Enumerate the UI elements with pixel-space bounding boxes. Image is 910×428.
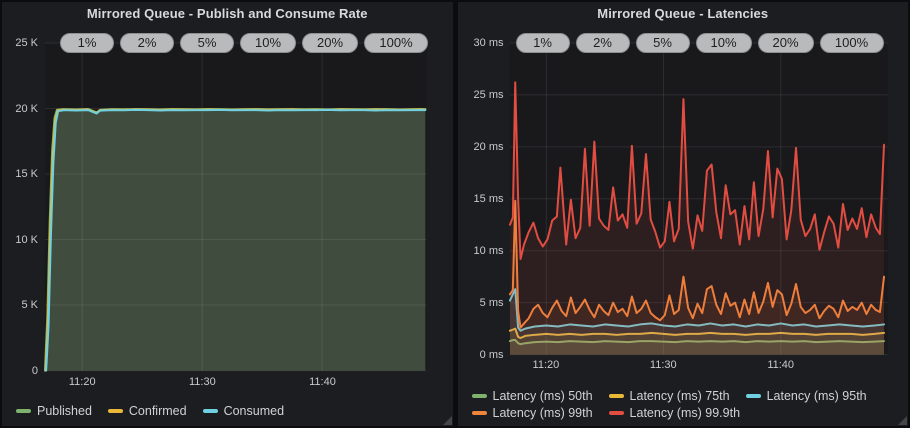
- percent-badge-20%[interactable]: 20%: [758, 33, 814, 53]
- series-fill-Consumed: [46, 110, 425, 371]
- panel-title[interactable]: Mirrored Queue - Publish and Consume Rat…: [2, 6, 453, 21]
- legend-color-swatch: [203, 409, 218, 413]
- legend-color-swatch: [609, 411, 624, 415]
- dashboard: Mirrored Queue - Publish and Consume Rat…: [0, 0, 910, 428]
- legend-label: Confirmed: [129, 404, 187, 418]
- legend-label: Latency (ms) 50th: [493, 389, 593, 403]
- percent-badge-row: 1% 2% 5% 10% 20% 100%: [516, 33, 884, 53]
- x-tick-label: 11:40: [309, 376, 336, 388]
- legend-color-swatch: [472, 411, 487, 415]
- y-tick-label: 5 ms: [458, 297, 504, 309]
- panel-latencies: Mirrored Queue - Latencies 1%2%5%10%20%1…: [458, 2, 909, 426]
- percent-badge-5%[interactable]: 5%: [636, 33, 690, 53]
- x-tick-label: 11:30: [189, 376, 216, 388]
- legend-color-swatch: [472, 394, 487, 398]
- percent-badge-10%[interactable]: 10%: [240, 33, 296, 53]
- y-tick-label: 20 K: [2, 103, 38, 115]
- legend-label: Latency (ms) 99th: [493, 406, 593, 420]
- legend-item-Latency (ms) 75th[interactable]: Latency (ms) 75th: [609, 389, 730, 403]
- legend-item-Latency (ms) 95th[interactable]: Latency (ms) 95th: [746, 389, 867, 403]
- chart-canvas[interactable]: [458, 2, 908, 426]
- y-tick-label: 30 ms: [458, 37, 504, 49]
- percent-badge-2%[interactable]: 2%: [120, 33, 174, 53]
- legend-label: Latency (ms) 99.9th: [630, 406, 740, 420]
- y-tick-label: 10 K: [2, 234, 38, 246]
- y-tick-label: 25 K: [2, 37, 38, 49]
- percent-badge-row: 1% 2% 5% 10% 20% 100%: [60, 33, 428, 53]
- legend-item-Latency (ms) 50th[interactable]: Latency (ms) 50th: [472, 389, 593, 403]
- legend-item-Latency (ms) 99th[interactable]: Latency (ms) 99th: [472, 406, 593, 420]
- x-tick-label: 11:20: [69, 376, 96, 388]
- legend-item-Consumed[interactable]: Consumed: [203, 404, 284, 418]
- panel-title[interactable]: Mirrored Queue - Latencies: [458, 6, 909, 21]
- legend-item-Published[interactable]: Published: [16, 404, 92, 418]
- chart-legend: Latency (ms) 50th Latency (ms) 75th Latenc…: [472, 389, 867, 420]
- chart-legend: Published Confirmed Consumed: [16, 404, 284, 418]
- y-tick-label: 25 ms: [458, 89, 504, 101]
- y-tick-label: 15 ms: [458, 193, 504, 205]
- percent-badge-100%[interactable]: 100%: [820, 33, 884, 53]
- panel-publish-consume-rate: Mirrored Queue - Publish and Consume Rat…: [2, 2, 453, 426]
- legend-color-swatch: [108, 409, 123, 413]
- panel-resize-handle[interactable]: [898, 416, 907, 425]
- legend-color-swatch: [609, 394, 624, 398]
- y-tick-label: 0: [2, 365, 38, 377]
- percent-badge-2%[interactable]: 2%: [576, 33, 630, 53]
- panel-resize-handle[interactable]: [443, 416, 452, 425]
- legend-item-Latency (ms) 99.9th[interactable]: Latency (ms) 99.9th: [609, 406, 740, 420]
- y-tick-label: 15 K: [2, 168, 38, 180]
- percent-badge-1%[interactable]: 1%: [516, 33, 570, 53]
- percent-badge-1%[interactable]: 1%: [60, 33, 114, 53]
- percent-badge-5%[interactable]: 5%: [180, 33, 234, 53]
- x-tick-label: 11:20: [533, 359, 560, 371]
- legend-label: Latency (ms) 95th: [767, 389, 867, 403]
- legend-label: Published: [37, 404, 92, 418]
- percent-badge-100%[interactable]: 100%: [364, 33, 428, 53]
- legend-color-swatch: [16, 409, 31, 413]
- y-tick-label: 10 ms: [458, 245, 504, 257]
- y-tick-label: 0 ms: [458, 349, 504, 361]
- legend-item-Confirmed[interactable]: Confirmed: [108, 404, 187, 418]
- chart-canvas[interactable]: [2, 2, 452, 426]
- legend-color-swatch: [746, 394, 761, 398]
- y-tick-label: 20 ms: [458, 141, 504, 153]
- percent-badge-10%[interactable]: 10%: [696, 33, 752, 53]
- x-tick-label: 11:30: [650, 359, 677, 371]
- legend-label: Latency (ms) 75th: [630, 389, 730, 403]
- x-tick-label: 11:40: [767, 359, 794, 371]
- legend-label: Consumed: [224, 404, 284, 418]
- y-tick-label: 5 K: [2, 299, 38, 311]
- percent-badge-20%[interactable]: 20%: [302, 33, 358, 53]
